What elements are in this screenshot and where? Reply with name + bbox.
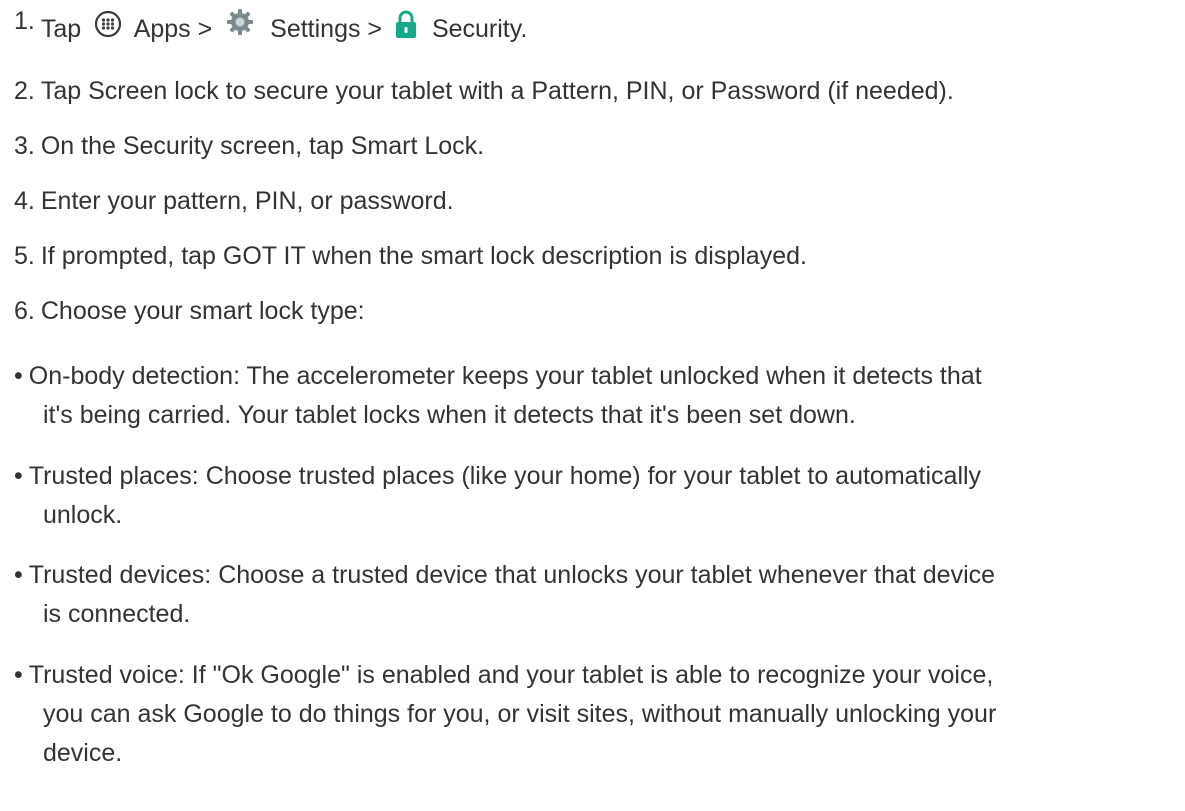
bullet-text-continuation: is connected.: [43, 600, 191, 628]
step-text: On the Security screen, tap Smart Lock.: [40, 132, 485, 160]
step-5: 5. If prompted, tap GOT IT when the smart…: [14, 241, 807, 271]
bullet-text-continuation: device.: [43, 739, 123, 767]
step-number: 5.: [14, 242, 35, 270]
step-number: 3.: [14, 132, 35, 160]
bullet-text: Trusted voice: If "Ok Google" is enabled…: [28, 661, 994, 689]
step-2: 2. Tap Screen lock to secure your tablet …: [14, 76, 954, 106]
bullet-text-continuation: it's being carried. Your tablet locks wh…: [43, 401, 856, 429]
bullet-trusted-voice: • Trusted voice: If "Ok Google" is enable…: [14, 660, 993, 690]
step-number: 1.: [14, 7, 35, 35]
lock-icon: [395, 10, 416, 39]
step-text: If prompted, tap GOT IT when the smart l…: [40, 242, 807, 270]
bullet-symbol: •: [14, 462, 23, 490]
step-number: 6.: [14, 297, 35, 325]
step-4: 4. Enter your pattern, PIN, or password.: [14, 186, 454, 216]
bullet-symbol: •: [14, 362, 23, 390]
bullet-text: On-body detection: The accelerometer kee…: [28, 362, 982, 390]
apps-icon: [95, 11, 122, 38]
bullet-text: Trusted devices: Choose a trusted device…: [28, 561, 996, 589]
step-number: 2.: [14, 77, 35, 105]
bullet-text: Trusted places: Choose trusted places (l…: [28, 462, 982, 490]
step-text-settings: Settings >: [270, 15, 383, 43]
step-1: 1. Tap Apps > Settings > Security.: [14, 7, 528, 45]
step-text: Tap Screen lock to secure your tablet wi…: [40, 77, 954, 105]
bullet-text-continuation: unlock.: [43, 501, 123, 529]
gear-icon: [227, 9, 254, 36]
step-text-security: Security.: [431, 15, 528, 43]
bullet-trusted-devices: • Trusted devices: Choose a trusted devic…: [14, 560, 995, 590]
bullet-trusted-places: • Trusted places: Choose trusted places (…: [14, 461, 981, 491]
step-text-apps: Apps >: [133, 15, 213, 43]
bullet-text-continuation: you can ask Google to do things for you,…: [43, 700, 997, 728]
step-3: 3. On the Security screen, tap Smart Lock…: [14, 131, 484, 161]
bullet-symbol: •: [14, 661, 23, 689]
bullet-on-body-detection: • On-body detection: The accelerometer ke…: [14, 361, 982, 391]
step-text: Choose your smart lock type:: [40, 297, 365, 325]
step-text: Enter your pattern, PIN, or password.: [40, 187, 454, 215]
bullet-symbol: •: [14, 561, 23, 589]
step-6: 6. Choose your smart lock type:: [14, 296, 365, 326]
step-number: 4.: [14, 187, 35, 215]
step-text-tap: Tap: [40, 15, 82, 43]
